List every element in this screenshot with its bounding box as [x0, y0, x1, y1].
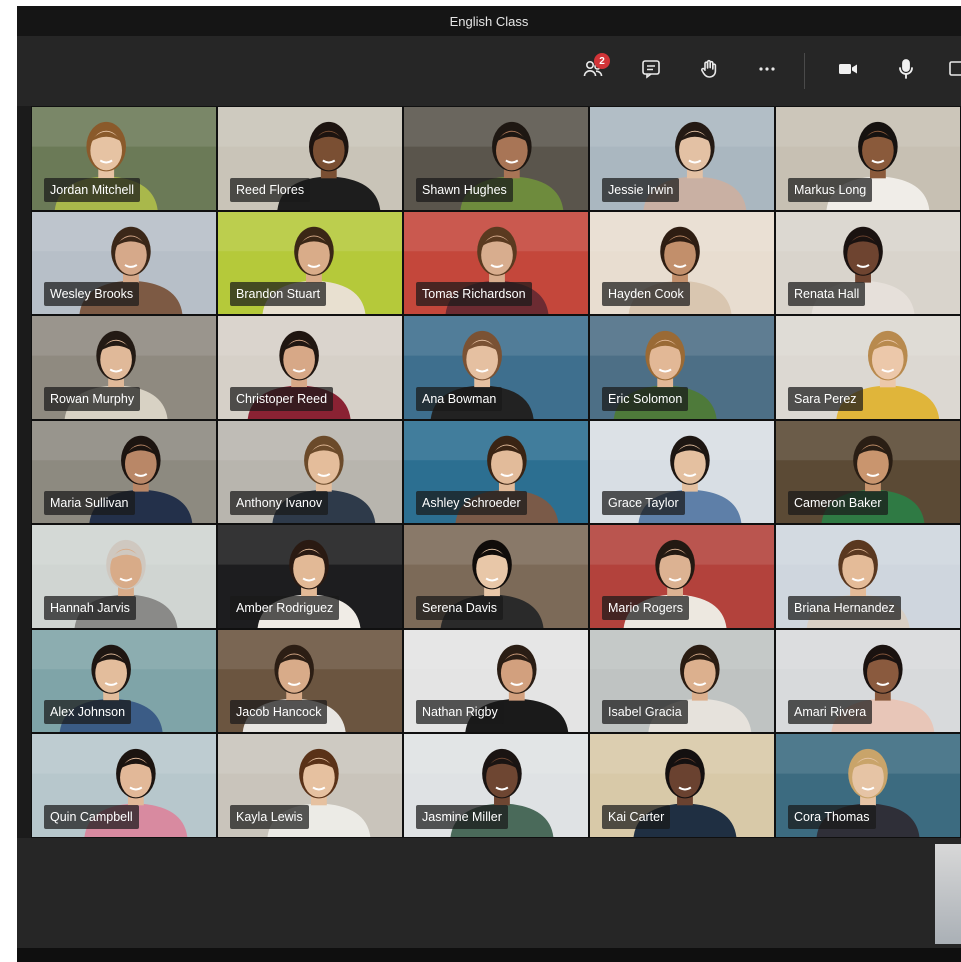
participant-tile[interactable]: Serena Davis — [403, 524, 589, 629]
participant-tile[interactable]: Alex Johnson — [31, 629, 217, 733]
participant-name: Jessie Irwin — [602, 178, 680, 202]
participant-tile[interactable]: Rowan Murphy — [31, 315, 217, 420]
participant-name: Cameron Baker — [788, 491, 888, 515]
participant-name: Tomas Richardson — [416, 282, 532, 306]
participant-name: Hannah Jarvis — [44, 596, 136, 620]
participant-tile[interactable]: Kai Carter — [589, 733, 775, 838]
participant-tile[interactable]: Isabel Gracia — [589, 629, 775, 733]
participant-name: Nathan Rigby — [416, 700, 504, 724]
participant-tile[interactable]: Jessie Irwin — [589, 106, 775, 211]
self-view-preview[interactable] — [935, 844, 961, 944]
toolbar-divider — [804, 53, 805, 89]
chat-button[interactable] — [628, 48, 674, 94]
participant-tile[interactable]: Brandon Stuart — [217, 211, 403, 315]
participant-name: Isabel Gracia — [602, 700, 688, 724]
meeting-window: English Class 2 Jordan Mitchell Reed Flo… — [17, 6, 961, 962]
participant-name: Ana Bowman — [416, 387, 503, 411]
participant-tile[interactable]: Eric Solomon — [589, 315, 775, 420]
participant-tile[interactable]: Anthony Ivanov — [217, 420, 403, 524]
participant-tile[interactable]: Cora Thomas — [775, 733, 961, 838]
participant-name: Christoper Reed — [230, 387, 334, 411]
microphone-icon — [894, 57, 918, 86]
participant-name: Anthony Ivanov — [230, 491, 329, 515]
participants-badge: 2 — [594, 53, 610, 69]
participant-name: Renata Hall — [788, 282, 866, 306]
raise-hand-button[interactable] — [686, 48, 732, 94]
camera-button[interactable] — [825, 48, 871, 94]
participant-name: Grace Taylor — [602, 491, 685, 515]
participant-name: Sara Perez — [788, 387, 863, 411]
share-screen-icon — [947, 57, 961, 86]
participant-tile[interactable]: Cameron Baker — [775, 420, 961, 524]
participant-name: Shawn Hughes — [416, 178, 513, 202]
chat-icon — [639, 57, 663, 86]
participant-name: Rowan Murphy — [44, 387, 141, 411]
participant-tile[interactable]: Amber Rodriguez — [217, 524, 403, 629]
camera-icon — [836, 57, 860, 86]
participant-tile[interactable]: Renata Hall — [775, 211, 961, 315]
participant-name: Reed Flores — [230, 178, 311, 202]
title-bar: English Class — [17, 6, 961, 36]
participant-tile[interactable]: Quin Campbell — [31, 733, 217, 838]
participant-tile[interactable]: Jacob Hancock — [217, 629, 403, 733]
meeting-toolbar: 2 — [17, 36, 961, 106]
more-icon — [755, 57, 779, 86]
participant-name: Jacob Hancock — [230, 700, 328, 724]
participant-tile[interactable]: Reed Flores — [217, 106, 403, 211]
meeting-title: English Class — [449, 13, 529, 29]
microphone-button[interactable] — [883, 48, 929, 94]
participant-tile[interactable]: Grace Taylor — [589, 420, 775, 524]
participant-name: Jordan Mitchell — [44, 178, 141, 202]
participant-tile[interactable]: Wesley Brooks — [31, 211, 217, 315]
participant-name: Brandon Stuart — [230, 282, 327, 306]
footer-bar — [17, 948, 961, 962]
participant-tile[interactable]: Ana Bowman — [403, 315, 589, 420]
participant-name: Cora Thomas — [788, 805, 876, 829]
participant-tile[interactable]: Briana Hernandez — [775, 524, 961, 629]
participant-tile[interactable]: Tomas Richardson — [403, 211, 589, 315]
participant-tile[interactable]: Hayden Cook — [589, 211, 775, 315]
bottom-panel — [17, 838, 961, 948]
participant-tile[interactable]: Jasmine Miller — [403, 733, 589, 838]
participant-name: Alex Johnson — [44, 700, 132, 724]
participant-name: Briana Hernandez — [788, 596, 901, 620]
participant-tile[interactable]: Sara Perez — [775, 315, 961, 420]
participant-tile[interactable]: Nathan Rigby — [403, 629, 589, 733]
participant-name: Wesley Brooks — [44, 282, 140, 306]
participant-name: Jasmine Miller — [416, 805, 508, 829]
participant-name: Amari Rivera — [788, 700, 873, 724]
participant-name: Eric Solomon — [602, 387, 689, 411]
participant-name: Maria Sullivan — [44, 491, 135, 515]
participant-tile[interactable]: Amari Rivera — [775, 629, 961, 733]
participant-tile[interactable]: Ashley Schroeder — [403, 420, 589, 524]
participant-tile[interactable]: Jordan Mitchell — [31, 106, 217, 211]
participant-name: Quin Campbell — [44, 805, 139, 829]
participant-name: Mario Rogers — [602, 596, 690, 620]
participant-name: Markus Long — [788, 178, 873, 202]
participants-button[interactable]: 2 — [570, 48, 616, 94]
participant-tile[interactable]: Markus Long — [775, 106, 961, 211]
participant-tile[interactable]: Kayla Lewis — [217, 733, 403, 838]
share-button[interactable] — [947, 48, 961, 94]
more-options-button[interactable] — [744, 48, 790, 94]
participant-name: Kai Carter — [602, 805, 671, 829]
participant-name: Ashley Schroeder — [416, 491, 527, 515]
participant-name: Hayden Cook — [602, 282, 690, 306]
participant-tile[interactable]: Mario Rogers — [589, 524, 775, 629]
participant-tile[interactable]: Hannah Jarvis — [31, 524, 217, 629]
participant-name: Kayla Lewis — [230, 805, 309, 829]
hand-icon — [697, 57, 721, 86]
participant-name: Amber Rodriguez — [230, 596, 340, 620]
participant-tile[interactable]: Maria Sullivan — [31, 420, 217, 524]
participant-name: Serena Davis — [416, 596, 504, 620]
participant-tile[interactable]: Christoper Reed — [217, 315, 403, 420]
participant-tile[interactable]: Shawn Hughes — [403, 106, 589, 211]
video-grid: Jordan Mitchell Reed Flores Shawn Hughes Je… — [17, 106, 961, 838]
